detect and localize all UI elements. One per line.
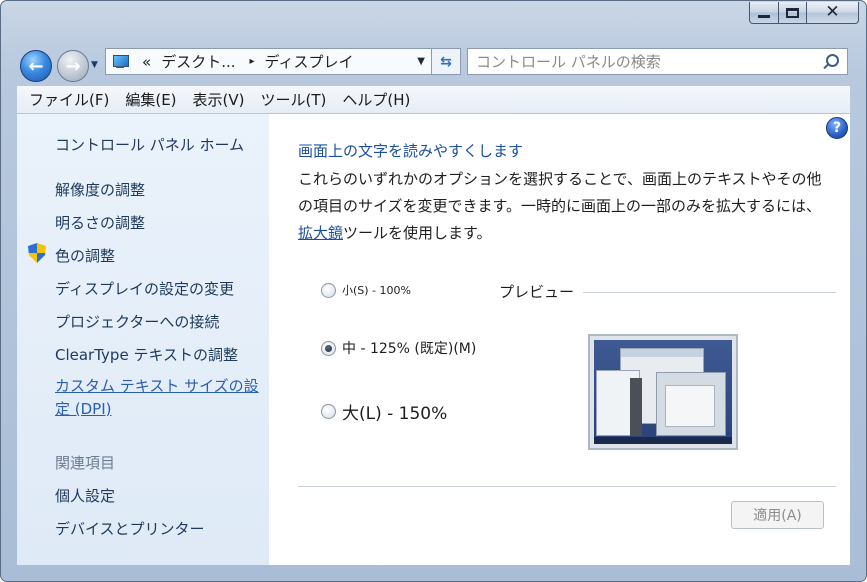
option-large-label[interactable]: 大(L) - 150% (342, 399, 447, 424)
uac-shield-icon (28, 243, 46, 263)
display-control-panel-icon (112, 54, 132, 70)
sidebar-item-custom-dpi[interactable]: カスタム テキスト サイズの設定 (DPI) (55, 375, 269, 421)
sidebar-control-panel-home[interactable]: コントロール パネル ホーム (55, 134, 244, 155)
forward-arrow-icon: → (65, 55, 81, 77)
radio-large[interactable] (321, 404, 336, 419)
content-area: コントロール パネル ホーム 解像度の調整 明るさの調整 色の調整 ディスプレイ… (17, 114, 850, 565)
refresh-button[interactable]: ⇆ (432, 48, 461, 75)
bottom-divider (298, 486, 836, 487)
option-medium-label[interactable]: 中 - 125% (既定)(M) (342, 338, 476, 358)
radio-medium[interactable] (321, 340, 336, 356)
sidebar-item-color[interactable]: 色の調整 (55, 245, 115, 266)
menu-edit[interactable]: 編集(E) (125, 89, 176, 110)
help-icon[interactable]: ? (826, 117, 848, 139)
window: ✕ ← → ▼ « デスクト... ▸ ディスプレイ ▼ ⇆ コントロール パネ… (0, 0, 867, 582)
navigation-bar: ← → ▼ « デスクト... ▸ ディスプレイ ▼ ⇆ コントロール パネルの… (1, 43, 866, 83)
sidebar-item-cleartype[interactable]: ClearType テキストの調整 (55, 344, 238, 365)
radio-small[interactable] (321, 282, 336, 298)
minimize-icon (758, 14, 770, 18)
apply-button[interactable]: 適用(A) (731, 501, 824, 529)
main-panel: ? 画面上の文字を読みやすくします これらのいずれかのオプションを選択することで… (269, 114, 850, 565)
minimize-button[interactable] (749, 2, 779, 24)
search-icon[interactable] (819, 52, 841, 72)
option-small[interactable]: 小(S) - 100% (321, 282, 411, 298)
preview-window-bar (630, 378, 642, 436)
address-bar[interactable]: « デスクト... ▸ ディスプレイ ▼ (105, 48, 432, 75)
back-button[interactable]: ← (20, 50, 52, 82)
description-text-1: これらのいずれかのオプションを選択することで、画面上のテキストやその他の項目のサ… (298, 170, 822, 215)
close-icon: ✕ (825, 2, 840, 22)
title-bar: ✕ (1, 1, 866, 43)
preview-window-front (656, 372, 726, 436)
breadcrumb-desktop[interactable]: デスクト... (161, 51, 235, 72)
sidebar: コントロール パネル ホーム 解像度の調整 明るさの調整 色の調整 ディスプレイ… (17, 114, 269, 565)
preview-label: プレビュー (499, 281, 583, 302)
maximize-button[interactable] (779, 2, 807, 24)
option-medium[interactable]: 中 - 125% (既定)(M) (321, 338, 476, 358)
menu-bar: ファイル(F) 編集(E) 表示(V) ツール(T) ヘルプ(H) (17, 86, 850, 114)
magnifier-link[interactable]: 拡大鏡 (298, 224, 343, 242)
option-small-label[interactable]: 小(S) - 100% (342, 282, 411, 298)
refresh-icon: ⇆ (440, 53, 452, 70)
back-arrow-icon: ← (28, 55, 44, 77)
caption-buttons: ✕ (749, 2, 859, 24)
menu-file[interactable]: ファイル(F) (29, 89, 109, 110)
preview-desktop (594, 340, 732, 444)
breadcrumb-separator[interactable]: ▸ (250, 56, 255, 67)
search-box[interactable]: コントロール パネルの検索 (467, 48, 848, 75)
recent-pages-dropdown[interactable]: ▼ (91, 60, 98, 70)
page-title: 画面上の文字を読みやすくします (298, 142, 524, 160)
preview-divider (583, 292, 836, 293)
search-input[interactable]: コントロール パネルの検索 (476, 51, 819, 72)
address-overflow[interactable]: « (142, 53, 151, 71)
maximize-icon (786, 7, 799, 18)
address-dropdown-icon[interactable]: ▼ (417, 56, 425, 67)
menu-tools[interactable]: ツール(T) (261, 89, 327, 110)
sidebar-item-display-settings[interactable]: ディスプレイの設定の変更 (55, 278, 234, 299)
menu-view[interactable]: 表示(V) (193, 89, 245, 110)
sidebar-item-personalization[interactable]: 個人設定 (55, 485, 115, 506)
sidebar-item-projector[interactable]: プロジェクターへの接続 (55, 311, 219, 332)
option-large[interactable]: 大(L) - 150% (321, 399, 447, 424)
sidebar-item-resolution[interactable]: 解像度の調整 (55, 179, 145, 200)
sidebar-item-devices-printers[interactable]: デバイスとプリンター (55, 518, 205, 539)
preview-image (588, 334, 738, 450)
description-text-2: ツールを使用します。 (343, 224, 492, 242)
breadcrumb-display[interactable]: ディスプレイ (265, 51, 354, 72)
sidebar-item-brightness[interactable]: 明るさの調整 (55, 212, 145, 233)
forward-button[interactable]: → (57, 50, 89, 82)
menu-help[interactable]: ヘルプ(H) (342, 89, 410, 110)
preview-taskbar (594, 437, 732, 444)
related-heading: 関連項目 (55, 454, 116, 472)
description: これらのいずれかのオプションを選択することで、画面上のテキストやその他の項目のサ… (298, 166, 833, 247)
close-button[interactable]: ✕ (807, 2, 859, 24)
